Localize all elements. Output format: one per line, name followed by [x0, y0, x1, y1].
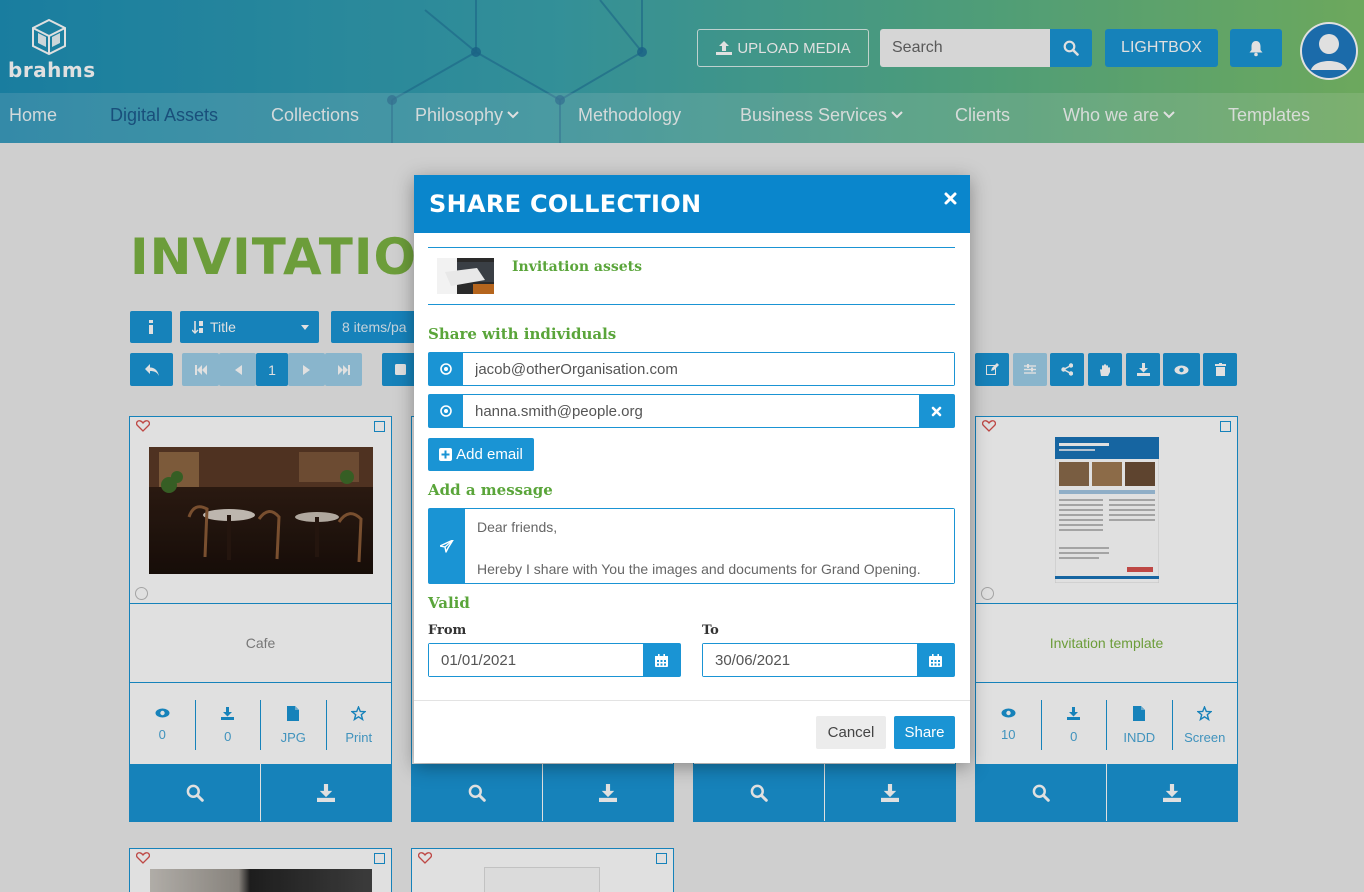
from-label: From [428, 623, 467, 638]
collection-name: Invitation assets [512, 259, 642, 275]
share-button[interactable]: Share [894, 716, 955, 749]
at-icon [440, 405, 452, 417]
close-icon [931, 406, 942, 416]
at-icon-box [429, 353, 463, 385]
message-field[interactable] [465, 509, 954, 583]
cancel-button[interactable]: Cancel [816, 716, 886, 749]
share-collection-modal: SHARE COLLECTION Invitation assets Share… [414, 175, 970, 763]
message-label: Add a message [428, 481, 553, 499]
from-date-field[interactable] [429, 644, 643, 676]
modal-header: SHARE COLLECTION [414, 175, 970, 233]
plus-square-icon [439, 448, 453, 461]
modal-footer: Cancel Share [414, 700, 970, 763]
email-field[interactable] [463, 395, 919, 427]
calendar-icon [929, 653, 942, 667]
remove-email-button[interactable] [919, 395, 954, 427]
divider [428, 304, 955, 305]
to-calendar-button[interactable] [917, 644, 954, 676]
email-field-row [428, 352, 955, 386]
calendar-icon [655, 653, 668, 667]
at-icon-box [429, 395, 463, 427]
add-email-button[interactable]: Add email [428, 438, 534, 471]
to-date-field[interactable] [703, 644, 917, 676]
share-individuals-label: Share with individuals [428, 325, 617, 343]
from-date-row [428, 643, 681, 677]
divider [428, 247, 955, 248]
to-label: To [702, 623, 719, 638]
collection-thumbnail [437, 258, 494, 294]
modal-title: SHARE COLLECTION [429, 190, 702, 218]
email-field[interactable] [463, 353, 954, 385]
close-icon[interactable] [944, 192, 957, 205]
add-email-label: Add email [456, 446, 523, 463]
plane-icon-box [429, 509, 465, 583]
paper-plane-icon [440, 539, 454, 553]
valid-label: Valid [428, 594, 470, 612]
to-date-row [702, 643, 955, 677]
at-icon [440, 363, 452, 375]
collection-image [437, 258, 494, 294]
email-field-row [428, 394, 955, 428]
from-calendar-button[interactable] [643, 644, 680, 676]
message-field-box [428, 508, 955, 584]
